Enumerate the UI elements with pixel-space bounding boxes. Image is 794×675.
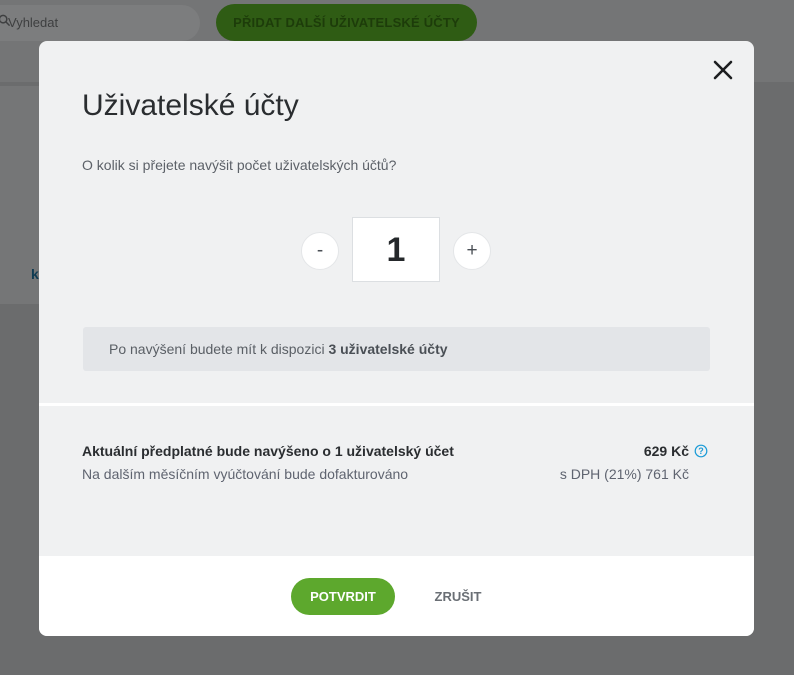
section-divider xyxy=(39,403,754,406)
close-icon[interactable] xyxy=(712,59,734,81)
confirm-button[interactable]: POTVRDIT xyxy=(291,578,395,615)
background-search-placeholder: Vyhledat xyxy=(8,15,59,30)
summary-price: 629 Kč xyxy=(643,443,689,459)
modal-title: Uživatelské účty xyxy=(82,89,299,122)
svg-text:?: ? xyxy=(698,446,704,456)
background-card-text: k xyxy=(31,266,39,282)
quantity-value[interactable]: 1 xyxy=(352,217,440,282)
summary-title: Aktuální předplatné bude navýšeno o 1 už… xyxy=(82,443,454,459)
modal-footer: POTVRDIT ZRUŠIT xyxy=(39,556,754,636)
modal-question: O kolik si přejete navýšit počet uživate… xyxy=(82,157,397,173)
info-text: Po navýšení budete mít k dispozici xyxy=(109,341,329,357)
background-add-accounts-button: PŘIDAT DALŠÍ UŽIVATELSKÉ ÚČTY xyxy=(216,4,477,41)
user-accounts-modal: Uživatelské účty O kolik si přejete navý… xyxy=(39,41,754,636)
info-box: Po navýšení budete mít k dispozici 3 uži… xyxy=(83,327,710,371)
decrement-button[interactable]: - xyxy=(301,232,339,270)
summary-subtitle: Na dalším měsíčním vyúčtování bude dofak… xyxy=(82,466,409,482)
cancel-button[interactable]: ZRUŠIT xyxy=(422,578,494,615)
info-highlight: 3 uživatelské účty xyxy=(328,341,448,357)
increment-button[interactable]: + xyxy=(453,232,491,270)
background-search-input: Vyhledat xyxy=(0,5,200,41)
help-icon[interactable]: ? xyxy=(694,444,708,458)
summary-vat: s DPH (21%) 761 Kč xyxy=(559,466,689,482)
